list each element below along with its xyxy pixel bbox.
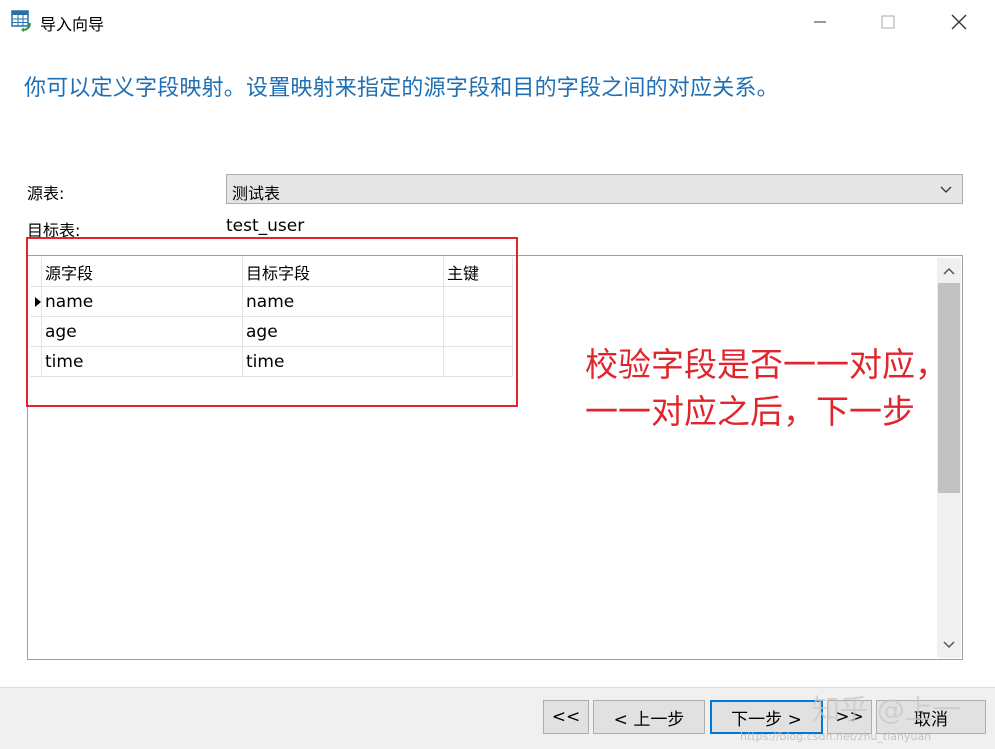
instruction-text: 你可以定义字段映射。设置映射来指定的源字段和目的字段之间的对应关系。 (24, 76, 779, 101)
watermark-url: https://blog.csdn.net/zhu_tianyuan (740, 730, 932, 743)
source-table-select[interactable]: 测试表 (226, 174, 963, 204)
minimize-button[interactable] (806, 8, 834, 36)
target-table-label: 目标表: (27, 221, 81, 240)
primary-key-cell[interactable] (443, 316, 513, 347)
previous-button[interactable]: < 上一步 (593, 700, 705, 734)
row-selector[interactable] (30, 346, 42, 377)
scroll-down-icon[interactable] (937, 634, 961, 656)
target-field-cell[interactable]: time (242, 346, 444, 377)
maximize-button[interactable] (874, 8, 902, 36)
title-bar: 导入向导 (0, 0, 995, 44)
primary-key-cell[interactable] (443, 346, 513, 377)
vertical-scrollbar[interactable] (937, 258, 961, 658)
target-field-cell[interactable]: name (242, 286, 444, 317)
row-selector[interactable] (30, 286, 42, 317)
next-button[interactable]: 下一步 > (710, 700, 823, 734)
column-header-primary-key[interactable]: 主键 (443, 257, 513, 287)
current-row-arrow-icon (35, 296, 41, 307)
scroll-up-icon[interactable] (937, 260, 961, 282)
scrollbar-thumb[interactable] (938, 283, 960, 493)
column-header-target[interactable]: 目标字段 (242, 257, 444, 287)
source-field-cell[interactable]: time (41, 346, 243, 377)
primary-key-cell[interactable] (443, 286, 513, 317)
field-mapping-table: 源字段 目标字段 主键 name name age age time time (30, 257, 513, 377)
row-selector[interactable] (30, 316, 42, 347)
chevron-down-icon (938, 181, 954, 197)
table-import-icon (11, 10, 33, 32)
source-table-value: 测试表 (232, 184, 281, 203)
source-field-cell[interactable]: name (41, 286, 243, 317)
source-field-cell[interactable]: age (41, 316, 243, 347)
table-row[interactable]: age age (30, 316, 513, 347)
source-table-label: 源表: (27, 184, 65, 203)
grid-header-row: 源字段 目标字段 主键 (30, 257, 513, 287)
table-row[interactable]: time time (30, 346, 513, 377)
watermark-zhihu: 知乎 @上一 (812, 693, 961, 726)
row-header-corner (30, 257, 42, 287)
annotation-text-line1: 校验字段是否一一对应， (585, 345, 948, 384)
target-field-cell[interactable]: age (242, 316, 444, 347)
column-header-source[interactable]: 源字段 (41, 257, 243, 287)
close-button[interactable] (945, 8, 973, 36)
table-row[interactable]: name name (30, 286, 513, 317)
first-step-button[interactable]: << (543, 700, 589, 734)
target-table-value: test_user (226, 216, 305, 236)
window-title: 导入向导 (40, 15, 105, 34)
annotation-text-line2: 一一对应之后，下一步 (585, 392, 915, 431)
